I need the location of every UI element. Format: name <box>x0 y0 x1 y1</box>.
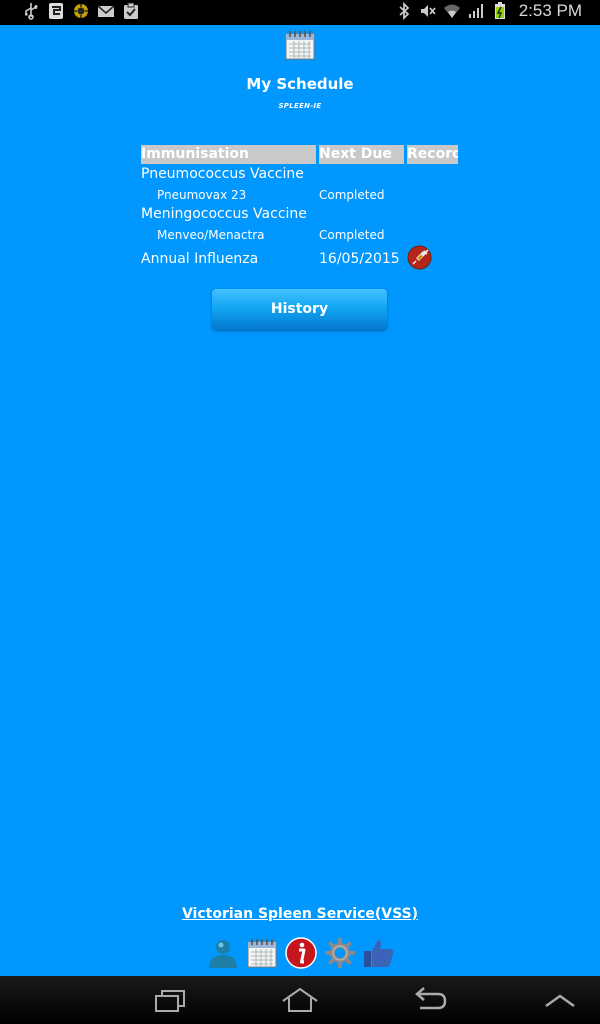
table-row: Pneumococcus Vaccine Pneumovax 23 Comple… <box>141 164 461 204</box>
table-row: Annual Influenza 16/05/2015 <box>141 244 461 274</box>
clock: 2:53 PM <box>518 1 582 20</box>
column-header-immunisation: Immunisation <box>141 145 316 164</box>
bottom-toolbar <box>205 935 405 971</box>
usb-icon <box>22 2 40 20</box>
clipboard-icon <box>122 2 140 20</box>
history-button[interactable]: History <box>212 289 387 330</box>
column-header-next-due: Next Due <box>319 145 404 164</box>
menu-up-icon[interactable] <box>540 984 580 1016</box>
vaccine-brand: Pneumovax 23 <box>157 188 247 202</box>
status-bar: 2:53 PM <box>0 0 600 25</box>
bug-icon <box>72 2 90 20</box>
signal-icon <box>467 2 485 20</box>
next-due-date: 16/05/2015 <box>319 251 400 267</box>
recent-apps-icon[interactable] <box>150 984 190 1016</box>
syringe-icon[interactable] <box>407 245 432 270</box>
like-thumbs-up-icon[interactable] <box>361 936 396 971</box>
table-row: Meningococcus Vaccine Menveo/Menactra Co… <box>141 204 461 244</box>
vaccine-status: Completed <box>319 228 385 242</box>
column-header-record: Record <box>407 145 458 164</box>
system-icons: 2:53 PM <box>395 1 582 21</box>
vaccine-status: Completed <box>319 188 385 202</box>
profile-icon[interactable] <box>205 936 240 971</box>
settings-gear-icon[interactable] <box>322 936 357 971</box>
table-header: Immunisation Next Due Record <box>141 145 461 164</box>
info-icon[interactable] <box>283 936 318 971</box>
mute-icon <box>419 2 437 20</box>
bluetooth-icon <box>395 2 413 20</box>
wifi-icon <box>443 2 461 20</box>
page-title: My Schedule <box>246 75 354 93</box>
vss-link[interactable]: Victorian Spleen Service(VSS) <box>0 906 600 922</box>
mail-icon <box>97 2 115 20</box>
sim-icon <box>47 2 65 20</box>
page-subtitle: SPLEEN-IE <box>278 102 322 110</box>
calendar-icon <box>283 29 317 61</box>
vaccine-name: Meningococcus Vaccine <box>141 206 307 222</box>
battery-icon <box>491 2 509 20</box>
notification-icons <box>22 2 140 20</box>
vaccine-brand: Menveo/Menactra <box>157 228 265 242</box>
calendar-icon[interactable] <box>244 936 279 971</box>
vaccine-name: Pneumococcus Vaccine <box>141 166 304 182</box>
navigation-bar <box>0 976 600 1024</box>
vaccine-name: Annual Influenza <box>141 251 259 267</box>
app-content: My Schedule SPLEEN-IE Immunisation Next … <box>0 25 600 976</box>
back-icon[interactable] <box>410 984 450 1016</box>
home-icon[interactable] <box>280 984 320 1016</box>
immunisation-table: Immunisation Next Due Record Pneumococcu… <box>141 145 461 274</box>
